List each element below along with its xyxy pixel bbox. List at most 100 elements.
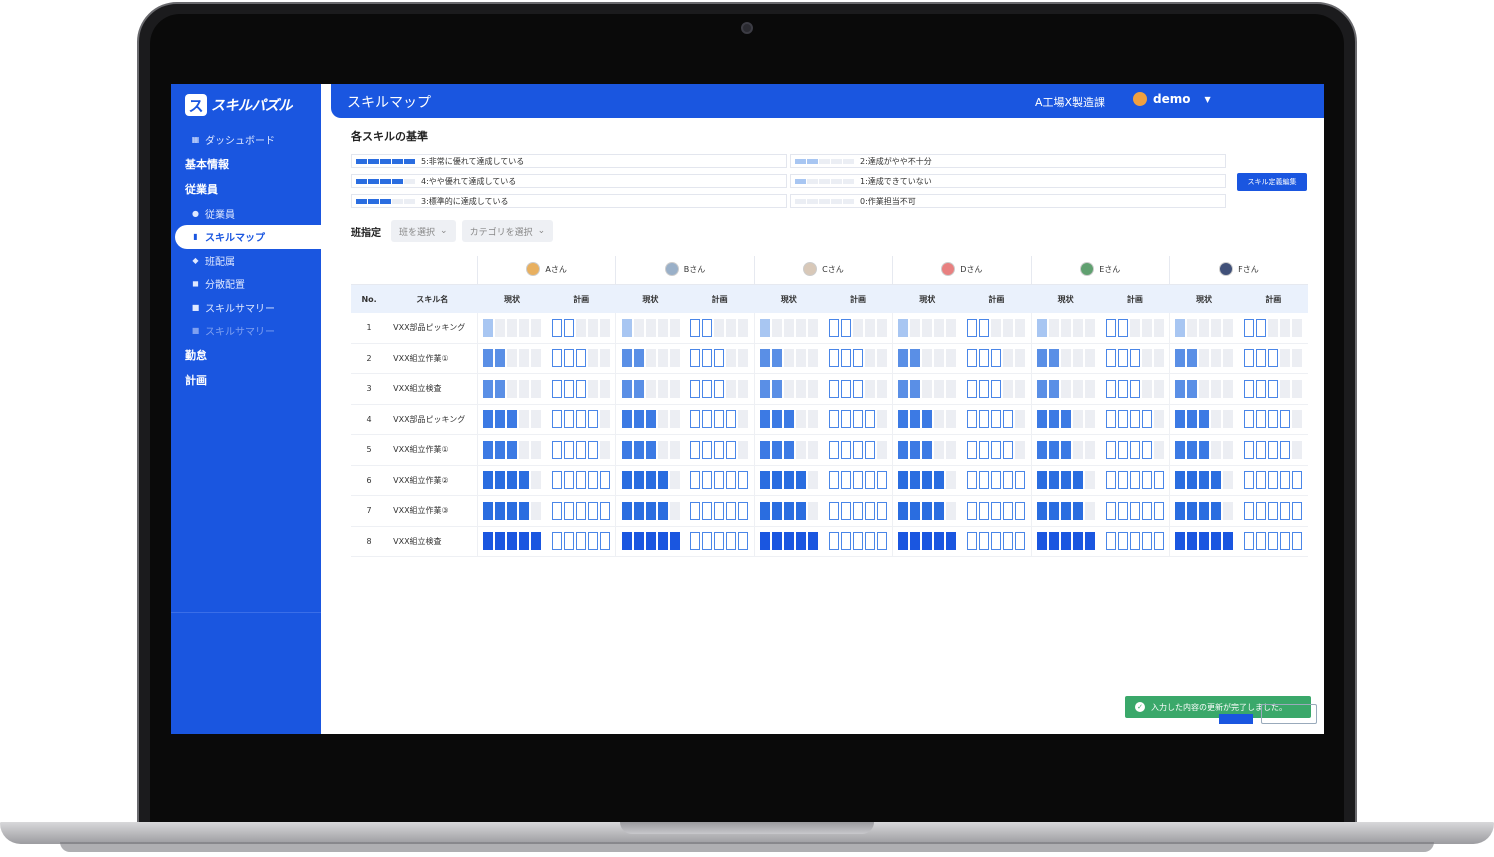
plan-level-cells[interactable] — [551, 471, 610, 490]
plan-level-cells[interactable] — [1105, 410, 1164, 429]
current-level-cells[interactable] — [621, 349, 680, 368]
plan-level-cells[interactable] — [551, 318, 610, 337]
plan-cell[interactable] — [1238, 495, 1308, 527]
plan-cell[interactable] — [546, 373, 616, 405]
plan-cell[interactable] — [1100, 373, 1170, 405]
current-level-cells[interactable] — [760, 379, 819, 398]
current-level-cells[interactable] — [1175, 440, 1234, 459]
current-cell[interactable] — [892, 343, 962, 374]
plan-cell[interactable] — [823, 434, 893, 466]
sidebar-item-8[interactable]: ■ スキルサマリー — [171, 319, 321, 343]
current-cell[interactable] — [753, 526, 824, 557]
plan-level-cells[interactable] — [967, 349, 1026, 368]
current-cell[interactable] — [615, 495, 685, 527]
plan-level-cells[interactable] — [551, 501, 610, 520]
plan-cell[interactable] — [1238, 465, 1308, 496]
plan-level-cells[interactable] — [690, 471, 749, 490]
plan-level-cells[interactable] — [828, 471, 887, 490]
current-cell[interactable] — [753, 465, 824, 496]
plan-cell[interactable] — [961, 434, 1032, 466]
plan-level-cells[interactable] — [1105, 318, 1164, 337]
plan-level-cells[interactable] — [551, 410, 610, 429]
plan-cell[interactable] — [546, 343, 616, 374]
plan-level-cells[interactable] — [1244, 471, 1303, 490]
user-menu[interactable]: demo ▼ — [1133, 92, 1211, 106]
current-level-cells[interactable] — [1036, 318, 1095, 337]
current-cell[interactable] — [615, 373, 685, 405]
current-level-cells[interactable] — [1036, 501, 1095, 520]
sidebar-section-2[interactable]: 従業員 — [171, 177, 321, 202]
current-level-cells[interactable] — [898, 410, 957, 429]
plan-cell[interactable] — [823, 343, 893, 374]
current-level-cells[interactable] — [483, 318, 542, 337]
current-cell[interactable] — [753, 373, 824, 405]
employee[interactable]: Dさん — [941, 262, 982, 276]
plan-cell[interactable] — [961, 313, 1032, 344]
plan-level-cells[interactable] — [967, 379, 1026, 398]
plan-cell[interactable] — [823, 526, 893, 557]
app-logo[interactable]: ス スキルパズル — [185, 94, 293, 116]
employee[interactable]: Bさん — [664, 262, 705, 276]
plan-level-cells[interactable] — [1244, 410, 1303, 429]
current-level-cells[interactable] — [483, 349, 542, 368]
current-cell[interactable] — [892, 313, 962, 344]
plan-level-cells[interactable] — [690, 440, 749, 459]
current-cell[interactable] — [1030, 313, 1101, 344]
current-level-cells[interactable] — [621, 318, 680, 337]
current-cell[interactable] — [892, 465, 962, 496]
plan-cell[interactable] — [823, 373, 893, 405]
current-level-cells[interactable] — [760, 349, 819, 368]
current-level-cells[interactable] — [1175, 410, 1234, 429]
plan-cell[interactable] — [823, 404, 893, 435]
current-level-cells[interactable] — [898, 471, 957, 490]
plan-level-cells[interactable] — [828, 318, 887, 337]
employee[interactable]: Cさん — [803, 262, 844, 276]
current-cell[interactable] — [753, 404, 824, 435]
current-cell[interactable] — [753, 495, 824, 527]
plan-level-cells[interactable] — [967, 471, 1026, 490]
current-level-cells[interactable] — [1036, 471, 1095, 490]
current-cell[interactable] — [892, 434, 962, 466]
employee[interactable]: Eさん — [1080, 262, 1120, 276]
plan-level-cells[interactable] — [1105, 349, 1164, 368]
plan-cell[interactable] — [1100, 313, 1170, 344]
sidebar-item-7[interactable]: ■ スキルサマリー — [171, 296, 321, 320]
current-cell[interactable] — [1030, 373, 1101, 405]
sidebar-item-6[interactable]: ◼ 分散配置 — [171, 272, 321, 296]
plan-cell[interactable] — [961, 343, 1032, 374]
current-level-cells[interactable] — [483, 440, 542, 459]
plan-cell[interactable] — [546, 526, 616, 557]
current-cell[interactable] — [1168, 373, 1239, 405]
plan-level-cells[interactable] — [1105, 379, 1164, 398]
current-level-cells[interactable] — [621, 379, 680, 398]
plan-cell[interactable] — [546, 465, 616, 496]
cancel-button-partial[interactable] — [1261, 704, 1317, 724]
plan-cell[interactable] — [1100, 526, 1170, 557]
current-level-cells[interactable] — [483, 501, 542, 520]
current-level-cells[interactable] — [760, 318, 819, 337]
current-level-cells[interactable] — [760, 471, 819, 490]
current-level-cells[interactable] — [898, 440, 957, 459]
current-cell[interactable] — [892, 495, 962, 527]
plan-cell[interactable] — [1238, 404, 1308, 435]
current-cell[interactable] — [615, 404, 685, 435]
current-cell[interactable] — [1168, 404, 1239, 435]
plan-level-cells[interactable] — [1244, 501, 1303, 520]
plan-cell[interactable] — [685, 313, 755, 344]
current-level-cells[interactable] — [898, 379, 957, 398]
plan-level-cells[interactable] — [828, 410, 887, 429]
team-select[interactable]: 班を選択 ⌄ — [391, 220, 456, 242]
current-level-cells[interactable] — [483, 410, 542, 429]
plan-level-cells[interactable] — [1244, 318, 1303, 337]
current-level-cells[interactable] — [621, 471, 680, 490]
current-cell[interactable] — [615, 313, 685, 344]
current-level-cells[interactable] — [760, 440, 819, 459]
current-level-cells[interactable] — [1175, 349, 1234, 368]
plan-level-cells[interactable] — [1244, 349, 1303, 368]
plan-level-cells[interactable] — [551, 349, 610, 368]
sidebar-item-5[interactable]: ◆ 班配属 — [171, 249, 321, 273]
plan-level-cells[interactable] — [690, 318, 749, 337]
current-level-cells[interactable] — [1175, 532, 1234, 551]
plan-level-cells[interactable] — [1105, 471, 1164, 490]
plan-level-cells[interactable] — [551, 379, 610, 398]
